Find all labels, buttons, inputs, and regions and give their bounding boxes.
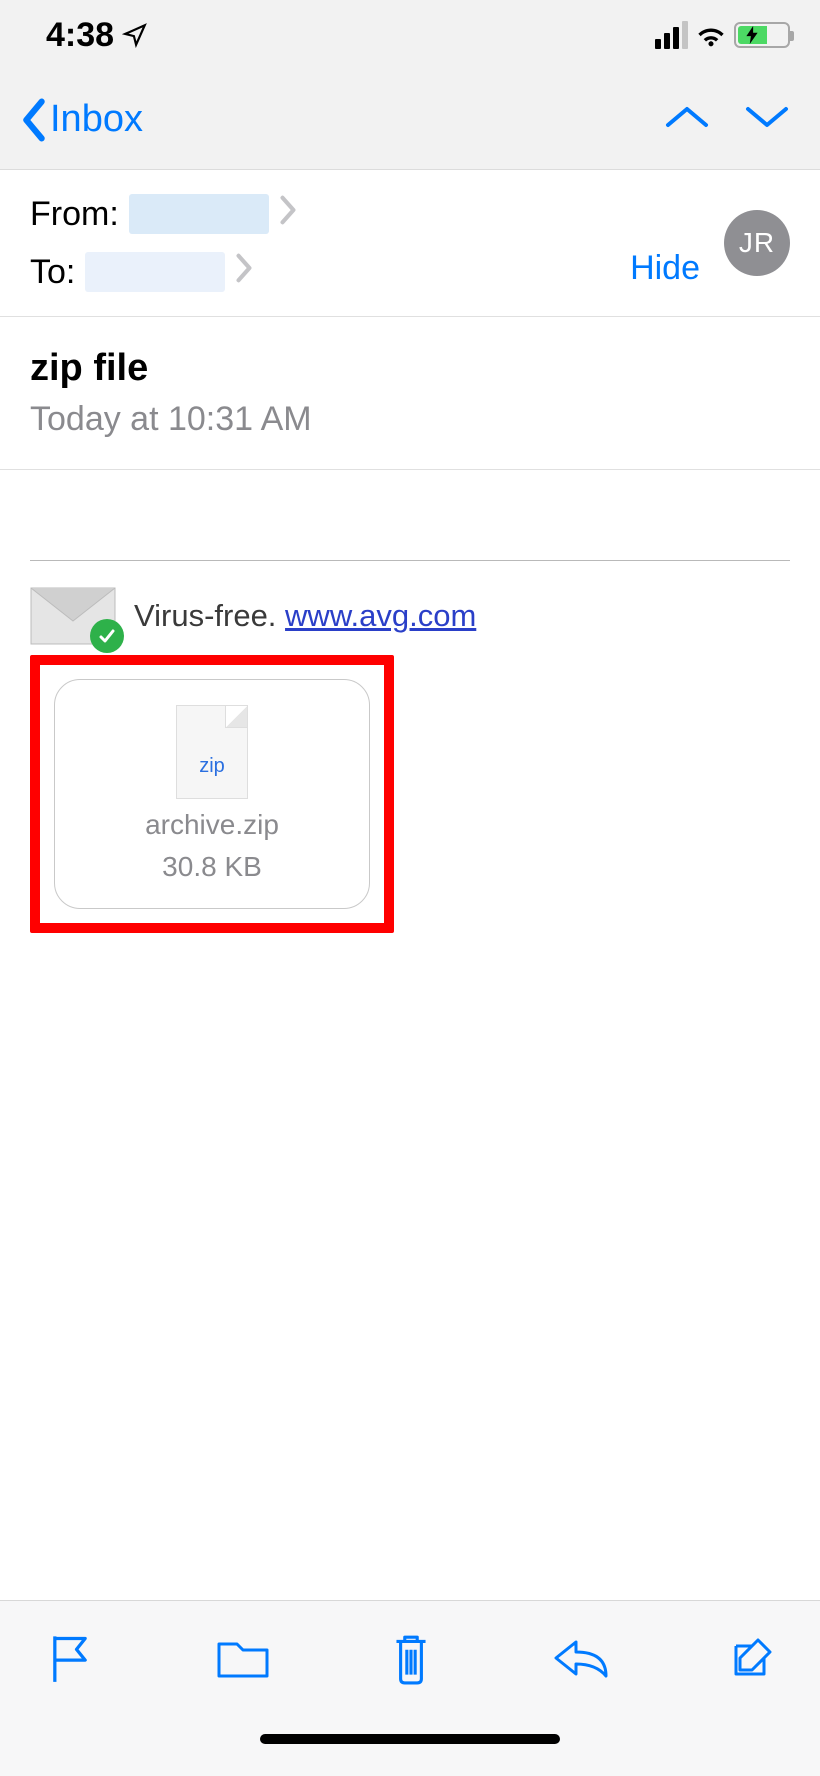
message-nav-arrows [664,102,790,137]
message-headers[interactable]: From: To: Hide JR [0,170,820,317]
previous-message-button[interactable] [664,102,710,137]
next-message-button[interactable] [744,102,790,137]
attachment-card[interactable]: zip archive.zip 30.8 KB [54,679,370,909]
home-indicator-area [0,1720,820,1776]
from-label: From: [30,195,119,234]
reply-icon [552,1634,610,1682]
clock-time: 4:38 [46,16,114,55]
chevron-down-icon [744,102,790,132]
subject-text: zip file [30,347,790,390]
message-datetime: Today at 10:31 AM [30,400,790,439]
status-bar: 4:38 [0,0,820,70]
from-row[interactable]: From: [30,194,630,234]
cellular-signal-icon [655,21,688,49]
chevron-up-icon [664,102,710,132]
virus-free-text: Virus-free. [134,598,276,633]
trash-icon [389,1631,433,1685]
to-value-redacted [85,252,225,292]
move-to-folder-button[interactable] [215,1634,271,1687]
avatar[interactable]: JR [724,210,790,276]
reply-button[interactable] [552,1634,610,1687]
envelope-badge [30,587,116,645]
checkmark-badge-icon [90,619,124,653]
status-indicators [655,21,790,49]
file-icon: zip [176,705,248,799]
from-value-redacted [129,194,269,234]
compose-button[interactable] [728,1634,776,1687]
back-label: Inbox [50,98,143,141]
avg-link[interactable]: www.avg.com [285,598,476,633]
attachment-size: 30.8 KB [162,851,262,883]
hide-details-button[interactable]: Hide [630,249,700,288]
to-disclosure [235,253,253,292]
compose-icon [728,1634,776,1682]
message-content: From: To: Hide JR zip file Today at 1 [0,170,820,1600]
to-label: To: [30,253,75,292]
subject-block: zip file Today at 10:31 AM [0,317,820,470]
attachment-filename: archive.zip [145,809,279,841]
folder-icon [215,1634,271,1682]
bottom-toolbar [0,1600,820,1720]
virus-free-banner: Virus-free. www.avg.com [30,587,790,645]
navigation-bar: Inbox [0,70,820,170]
annotation-highlight: zip archive.zip 30.8 KB [30,655,394,933]
home-indicator[interactable] [260,1734,560,1744]
file-extension-label: zip [199,755,225,778]
location-icon [122,22,148,48]
chevron-left-icon [18,97,50,143]
chevron-right-icon [279,195,297,225]
avatar-initials: JR [739,227,775,259]
back-button[interactable]: Inbox [18,97,143,143]
message-body: Virus-free. www.avg.com zip archive.zip … [0,470,820,963]
flag-icon [44,1632,96,1684]
to-row[interactable]: To: [30,252,630,292]
from-disclosure [279,195,297,234]
battery-icon [734,22,790,48]
status-time: 4:38 [46,16,148,55]
chevron-right-icon [235,253,253,283]
flag-button[interactable] [44,1632,96,1689]
delete-button[interactable] [389,1631,433,1690]
wifi-icon [694,23,728,47]
charging-icon [746,26,758,44]
divider [30,560,790,561]
